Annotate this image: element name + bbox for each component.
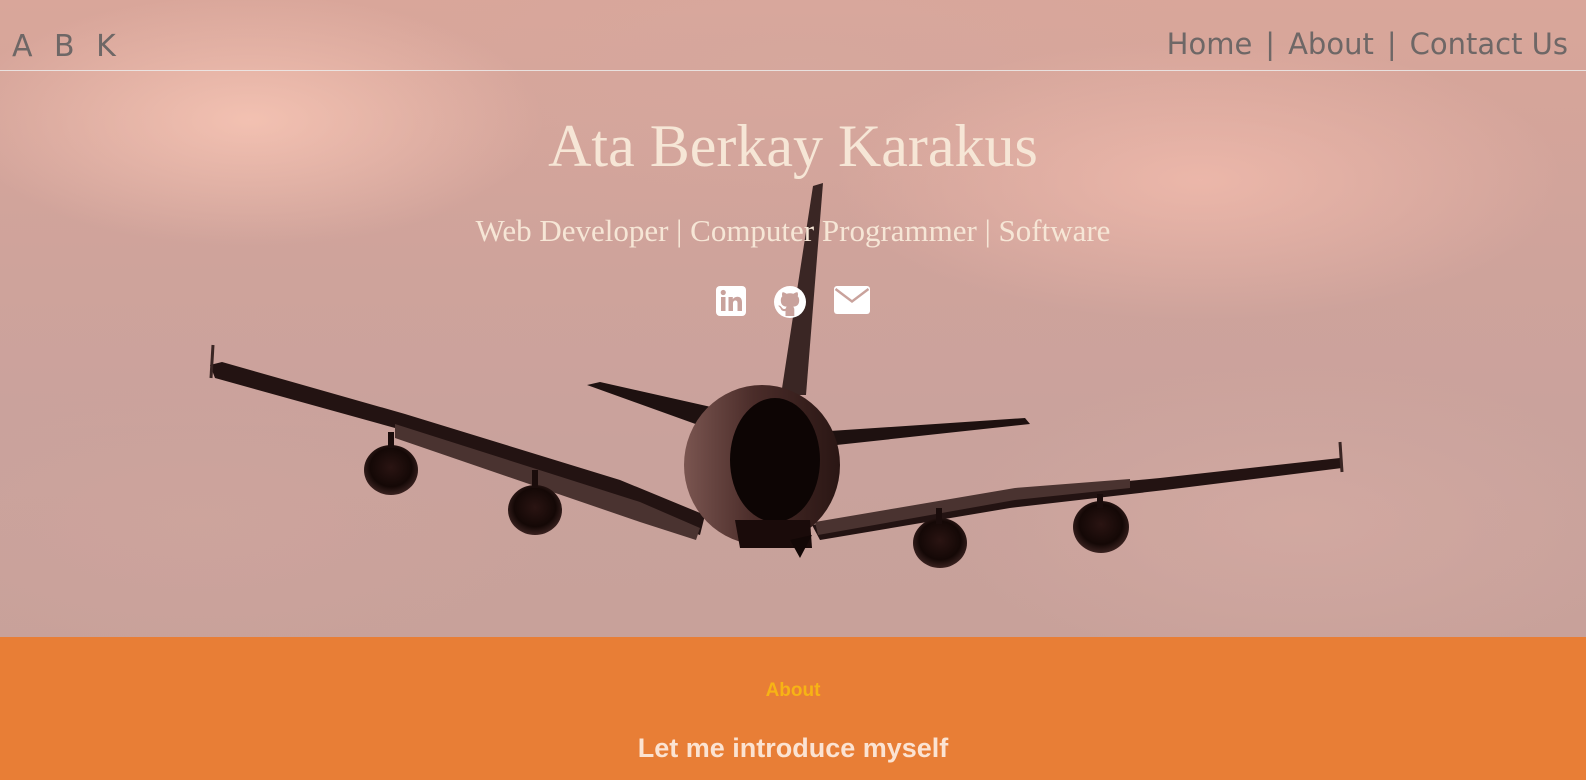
nav-links: Home | About | Contact Us <box>1167 26 1568 62</box>
social-links <box>0 285 1586 323</box>
nav-separator: | <box>1386 27 1397 61</box>
nav-link-about[interactable]: About <box>1288 27 1374 61</box>
nav-link-contact[interactable]: Contact Us <box>1410 27 1568 61</box>
mail-icon[interactable] <box>833 285 871 323</box>
about-section: About Let me introduce myself <box>0 637 1586 780</box>
brand-logo[interactable]: A B K <box>12 29 122 65</box>
nav-separator: | <box>1265 27 1276 61</box>
top-navbar: A B K Home | About | Contact Us <box>0 0 1586 71</box>
hero-section: A B K Home | About | Contact Us Ata Berkay K… <box>0 0 1586 637</box>
about-heading: Let me introduce myself <box>637 733 949 763</box>
nav-link-home[interactable]: Home <box>1167 27 1253 61</box>
hero-title: Ata Berkay Karakus <box>548 113 1038 179</box>
page: A B K Home | About | Contact Us Ata Berkay K… <box>0 0 1586 780</box>
hero-subtitle: Web Developer | Computer Programmer | So… <box>475 213 1111 248</box>
github-icon[interactable] <box>773 285 807 323</box>
about-label: About <box>765 680 821 701</box>
linkedin-icon[interactable] <box>715 285 747 323</box>
